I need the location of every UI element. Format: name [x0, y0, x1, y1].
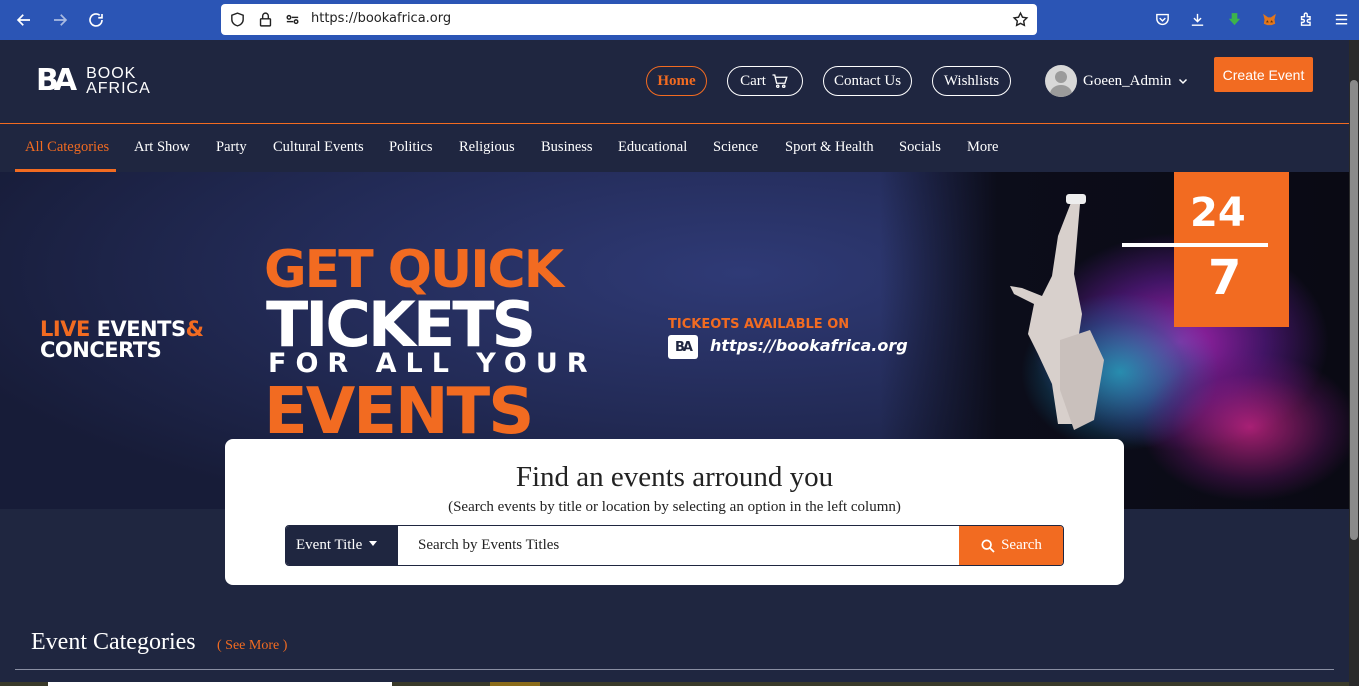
nav-cart-button[interactable]: Cart [727, 66, 803, 96]
logo-mark: BA [36, 63, 77, 98]
permissions-icon[interactable] [284, 11, 301, 28]
hamburger-menu-icon[interactable] [1331, 9, 1351, 29]
avatar [1045, 65, 1077, 97]
category-politics[interactable]: Politics [389, 139, 433, 156]
nav-home-button[interactable]: Home [646, 66, 707, 96]
logo-text: BOOK AFRICA [86, 66, 151, 97]
search-type-value: Event Title [296, 537, 363, 553]
reload-icon[interactable] [84, 8, 108, 32]
tickets-available-text: TICKEOTS AVAILABLE ON [668, 317, 850, 332]
search-type-dropdown[interactable]: Event Title [286, 526, 398, 565]
search-title: Find an events arround you [515, 461, 834, 493]
search-card: Find an events arround you (Search event… [225, 439, 1124, 585]
search-button-label: Search [1001, 537, 1042, 553]
nav-home-label: Home [657, 72, 696, 89]
category-cultural-events[interactable]: Cultural Events [273, 139, 364, 156]
badge-hours: 24 [1190, 190, 1246, 236]
category-religious[interactable]: Religious [459, 139, 515, 156]
caret-down-icon [369, 541, 378, 546]
event-categories-title: Event Categories [31, 629, 196, 655]
card-edge [490, 682, 540, 686]
search-form: Event Title Search [285, 525, 1064, 566]
hero-url-text: https://bookafrica.org [710, 336, 908, 355]
download-icon[interactable] [1187, 9, 1207, 29]
card-edge [48, 682, 392, 686]
search-icon [981, 538, 995, 553]
nav-wishlists-label: Wishlists [943, 72, 1000, 89]
category-party[interactable]: Party [216, 139, 247, 156]
hero-glow [1140, 352, 1349, 502]
category-science[interactable]: Science [713, 139, 758, 156]
create-event-label: Create Event [1222, 66, 1305, 83]
nav-contact-button[interactable]: Contact Us [823, 66, 912, 96]
search-input[interactable] [398, 526, 959, 565]
nav-cart-label: Cart [740, 72, 766, 89]
nav-wishlists-button[interactable]: Wishlists [932, 66, 1011, 96]
see-more-link[interactable]: ( See More ) [217, 638, 287, 654]
category-all[interactable]: All Categories [25, 139, 109, 156]
extensions-puzzle-icon[interactable] [1296, 9, 1316, 29]
site-header: BA BOOK AFRICA Home Cart Contact Us Wish… [0, 40, 1359, 124]
category-business[interactable]: Business [541, 139, 593, 156]
address-bar[interactable]: https://bookafrica.org [221, 4, 1037, 35]
logo-line-2: AFRICA [86, 80, 151, 97]
section-divider [15, 669, 1334, 670]
category-educational[interactable]: Educational [618, 139, 687, 156]
category-sport-health[interactable]: Sport & Health [785, 139, 874, 156]
ampersand: & [185, 317, 204, 341]
badge-divider [1122, 243, 1268, 247]
username: Goeen_Admin [1083, 72, 1172, 89]
bookmark-star-icon[interactable] [1012, 11, 1029, 28]
browser-toolbar: https://bookafrica.org [0, 0, 1359, 40]
url-text[interactable]: https://bookafrica.org [311, 11, 451, 26]
user-menu[interactable]: Goeen_Admin [1045, 65, 1189, 97]
hero-headline-4: EVENTS [264, 375, 534, 449]
search-button[interactable]: Search [959, 526, 1063, 565]
forward-icon[interactable] [48, 8, 72, 32]
category-nav: All Categories Art Show Party Cultural E… [0, 125, 1359, 172]
metamask-fox-icon[interactable] [1259, 9, 1279, 29]
content-strip [0, 682, 1349, 686]
cart-icon [772, 74, 788, 89]
shield-icon[interactable] [229, 11, 246, 28]
download-manager-extension-icon[interactable] [1224, 9, 1244, 29]
site-logo[interactable]: BA BOOK AFRICA [36, 63, 151, 98]
small-logo: BA [668, 335, 698, 359]
nav-contact-label: Contact Us [833, 72, 902, 89]
search-subtitle: (Search events by title or location by s… [448, 499, 901, 515]
chevron-down-icon [1179, 78, 1188, 85]
scrollbar-thumb[interactable] [1350, 80, 1358, 540]
lock-icon[interactable] [257, 11, 274, 28]
back-icon[interactable] [12, 8, 36, 32]
concerts-word: CONCERTS [40, 338, 162, 362]
category-more[interactable]: More [967, 139, 998, 156]
pocket-icon[interactable] [1152, 9, 1172, 29]
live-events-text: LIVE EVENTS& CONCERTS [40, 317, 204, 362]
badge-days: 7 [1208, 250, 1242, 306]
category-art-show[interactable]: Art Show [134, 139, 190, 156]
category-socials[interactable]: Socials [899, 139, 941, 156]
create-event-button[interactable]: Create Event [1214, 57, 1313, 92]
